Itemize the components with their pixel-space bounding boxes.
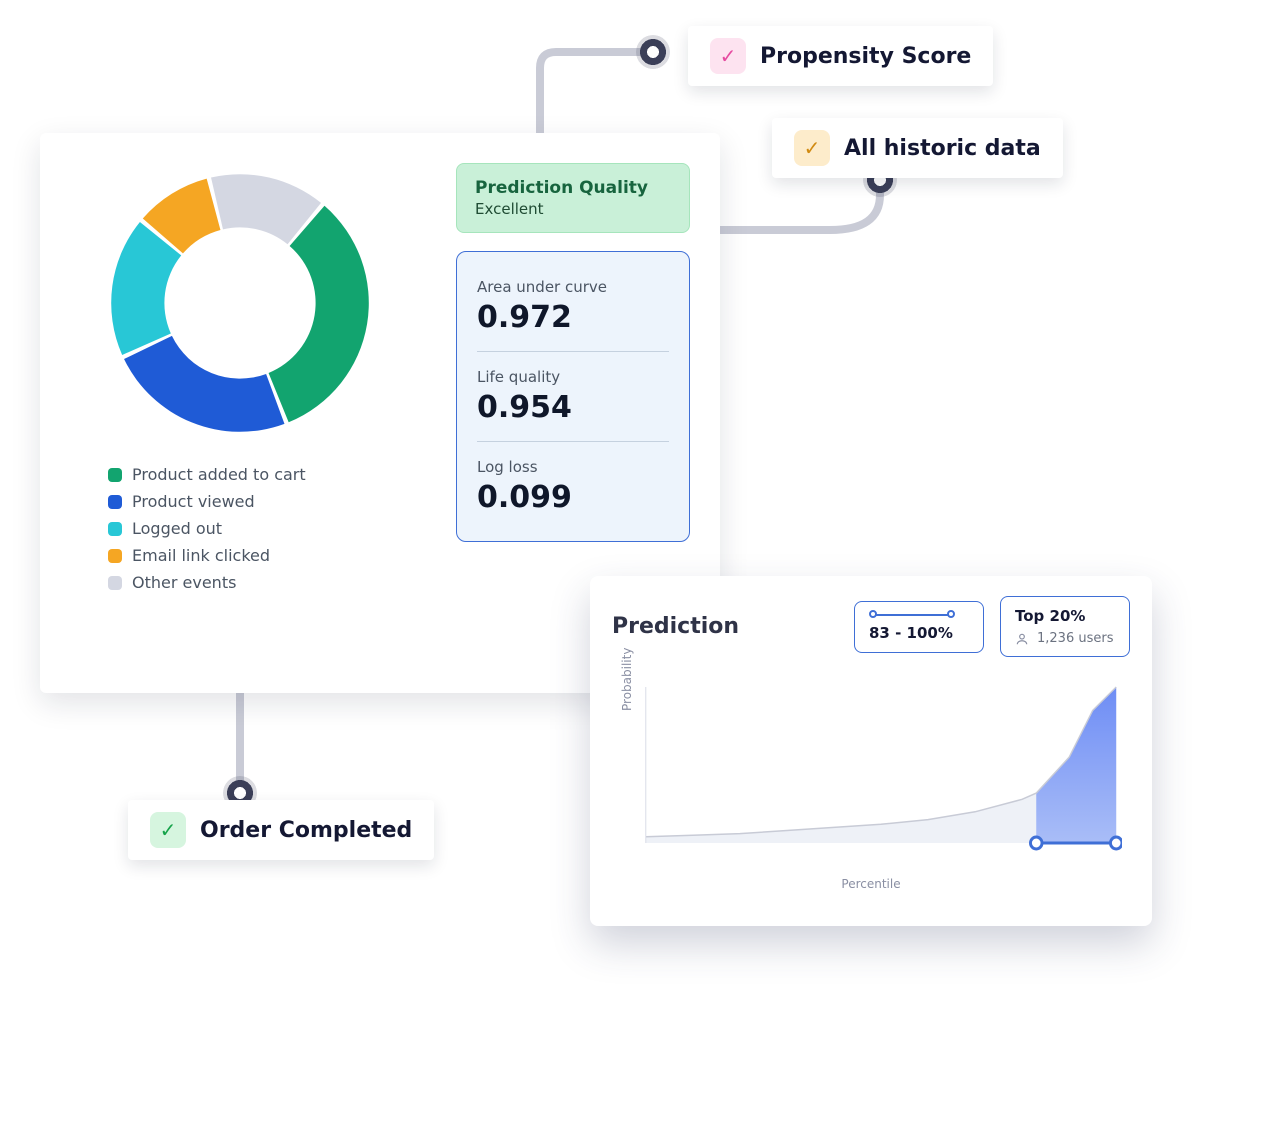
check-icon: ✓ [710, 38, 746, 74]
check-icon: ✓ [794, 130, 830, 166]
chip-top[interactable]: Top 20% 1,236 users [1000, 596, 1130, 657]
pill-order[interactable]: ✓ Order Completed [128, 800, 434, 860]
pill-label: Order Completed [200, 818, 412, 843]
check-icon: ✓ [150, 812, 186, 848]
chip-range[interactable]: 83 - 100% [854, 601, 984, 653]
donut-segment [124, 336, 284, 432]
metric-label: Area under curve [477, 278, 669, 296]
legend-swatch [108, 495, 122, 509]
prediction-header: Prediction 83 - 100% Top 20% 1,236 users [612, 596, 1130, 657]
panel-prediction: Prediction 83 - 100% Top 20% 1,236 users… [590, 576, 1152, 926]
legend-label: Email link clicked [132, 546, 270, 565]
metric-label: Log loss [477, 458, 669, 476]
user-icon [1015, 632, 1029, 646]
top-label: Top 20% [1015, 607, 1115, 625]
legend-swatch [108, 522, 122, 536]
quality-value: Excellent [475, 200, 671, 218]
legend-swatch [108, 549, 122, 563]
metrics-card: Area under curve 0.972 Life quality 0.95… [456, 251, 690, 542]
legend-swatch [108, 576, 122, 590]
users-row: 1,236 users [1015, 631, 1115, 646]
y-axis-label: Probability [620, 648, 634, 711]
metric-value: 0.972 [477, 300, 669, 335]
legend-item: Product viewed [108, 492, 430, 511]
legend-swatch [108, 468, 122, 482]
quality-card: Prediction Quality Excellent [456, 163, 690, 233]
x-axis-label: Percentile [612, 877, 1130, 891]
legend-label: Product viewed [132, 492, 255, 511]
legend-item: Email link clicked [108, 546, 430, 565]
metric: Log loss 0.099 [477, 441, 669, 525]
donut-section: Product added to cart Product viewed Logge… [70, 163, 430, 669]
pill-label: Propensity Score [760, 44, 971, 69]
range-value: 83 - 100% [869, 624, 969, 642]
quality-title: Prediction Quality [475, 178, 671, 198]
area-highlight [1036, 687, 1116, 843]
pill-label: All historic data [844, 136, 1041, 161]
prediction-chart: Probability Percentile [612, 671, 1130, 891]
pill-propensity[interactable]: ✓ Propensity Score [688, 26, 993, 86]
metric-label: Life quality [477, 368, 669, 386]
metric: Life quality 0.954 [477, 351, 669, 435]
range-slider-icon [869, 612, 955, 618]
users-label: 1,236 users [1037, 631, 1113, 646]
legend-item: Other events [108, 573, 430, 592]
prediction-title: Prediction [612, 614, 739, 639]
pill-historic[interactable]: ✓ All historic data [772, 118, 1063, 178]
range-handle[interactable] [1110, 837, 1122, 849]
donut-chart [100, 163, 380, 443]
metric-value: 0.954 [477, 390, 669, 425]
legend-item: Logged out [108, 519, 430, 538]
legend-label: Product added to cart [132, 465, 306, 484]
metric: Area under curve 0.972 [477, 268, 669, 345]
legend-item: Product added to cart [108, 465, 430, 484]
legend-label: Logged out [132, 519, 222, 538]
area-chart [640, 677, 1122, 867]
metric-value: 0.099 [477, 480, 669, 515]
legend: Product added to cart Product viewed Logge… [70, 465, 430, 592]
node-dot [636, 35, 670, 69]
range-handle[interactable] [1030, 837, 1042, 849]
legend-label: Other events [132, 573, 236, 592]
